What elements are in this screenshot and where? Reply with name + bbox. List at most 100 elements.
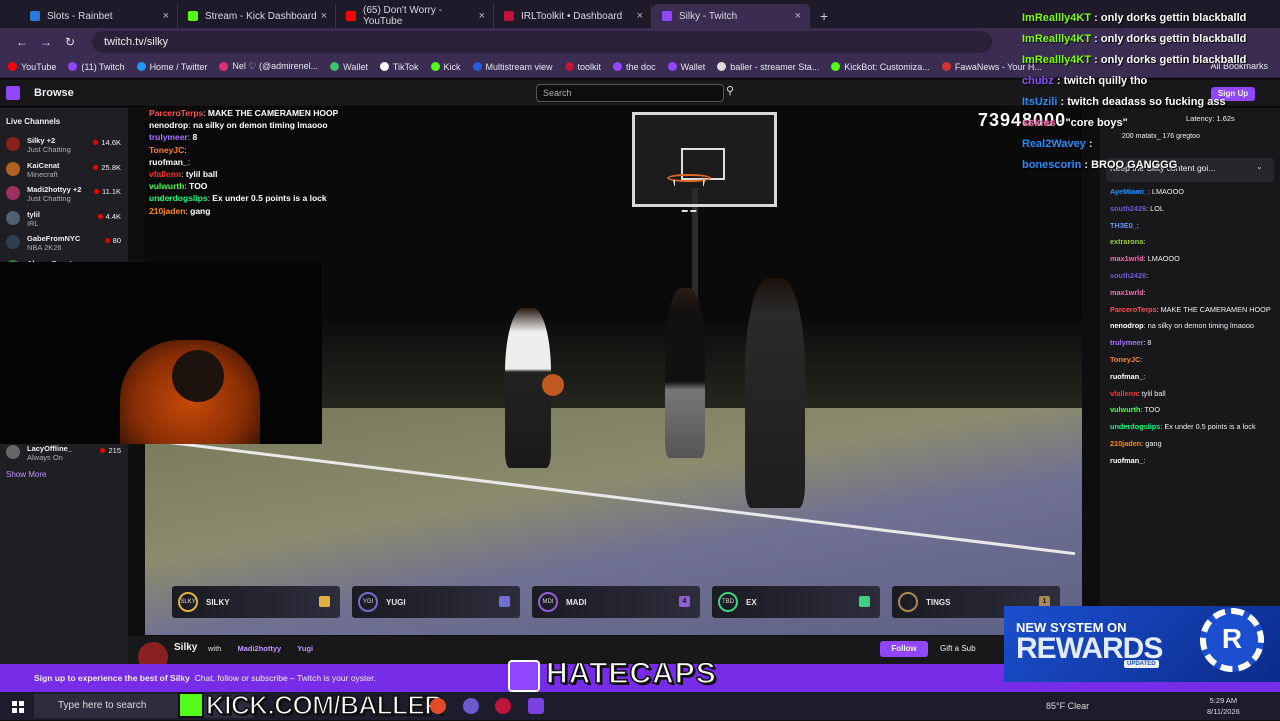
- discord-icon[interactable]: [463, 698, 479, 714]
- sidebar-channel[interactable]: tylil IRL 4.4K: [6, 208, 124, 232]
- collab-1[interactable]: Madi2hottyy: [237, 644, 281, 653]
- chat-message: TOO: [189, 181, 208, 192]
- hatecaps-overlay: HATECAPS: [545, 656, 717, 691]
- chat-username: underdogslips: [149, 193, 208, 204]
- browser-tab[interactable]: Slots - Rainbet ×: [20, 4, 178, 28]
- close-icon[interactable]: ×: [479, 10, 485, 22]
- bookmark-item[interactable]: Wallet: [667, 62, 705, 72]
- bookmark-item[interactable]: toolkit: [564, 62, 601, 72]
- app-grid-icon[interactable]: [528, 698, 544, 714]
- browser-tab[interactable]: IRLToolkit • Dashboard ×: [494, 4, 652, 28]
- collab-2[interactable]: Yugi: [297, 644, 313, 653]
- player-badge: TBD: [718, 592, 738, 612]
- obs-icon[interactable]: [495, 698, 511, 714]
- channel-game: Minecraft: [27, 169, 58, 179]
- chat-username[interactable]: trulymeer: [1110, 338, 1143, 347]
- bookmark-item[interactable]: (11) Twitch: [68, 62, 125, 72]
- back-icon[interactable]: ←: [10, 35, 34, 49]
- tab-label: Silky - Twitch: [679, 10, 738, 22]
- with-label: with: [208, 644, 222, 653]
- bookmark-label: Multistream view: [485, 61, 553, 72]
- search-input[interactable]: Search: [536, 84, 724, 102]
- chat-username: chubz: [1022, 75, 1054, 87]
- chat-username[interactable]: 210jaden: [1110, 439, 1141, 448]
- chat-username[interactable]: ToneyJC: [1110, 355, 1140, 364]
- chat-username[interactable]: ParceroTerps: [1110, 305, 1157, 314]
- clock[interactable]: 5:29 AM 8/11/2026: [1207, 695, 1240, 717]
- chat-message: 8: [192, 132, 198, 143]
- bookmark-item[interactable]: Kick: [430, 62, 461, 72]
- chat-username[interactable]: max1wrld: [1110, 254, 1144, 263]
- bookmark-item[interactable]: Nel ♡ (@admirenel...: [219, 61, 318, 72]
- chat-username[interactable]: TH3E0_: [1110, 221, 1137, 230]
- close-icon[interactable]: ×: [321, 10, 327, 22]
- streamer-name[interactable]: Silky: [174, 642, 197, 653]
- windows-start-icon[interactable]: [12, 700, 24, 713]
- chat-username: nenodrop: [149, 120, 189, 131]
- new-tab-icon[interactable]: +: [820, 8, 828, 24]
- player-card: TBD EX: [712, 586, 880, 618]
- chrome-icon[interactable]: [430, 698, 446, 714]
- bookmark-item[interactable]: KickBot: Customiza...: [831, 62, 930, 72]
- bookmark-item[interactable]: Wallet: [330, 62, 368, 72]
- chat-line: vulwurth: TOO: [1110, 405, 1161, 415]
- browser-tab[interactable]: Stream - Kick Dashboard ×: [178, 4, 336, 28]
- follow-button[interactable]: Follow: [880, 641, 928, 657]
- chat-line: trulymeer: 8: [1110, 338, 1152, 348]
- kick-logo-icon: [178, 692, 204, 718]
- chat-username[interactable]: ruofman_: [1110, 372, 1143, 381]
- player-name: TINGS: [926, 598, 951, 607]
- sidebar-channel[interactable]: Madi2hottyy +2 Just Chatting 11.1K: [6, 183, 124, 207]
- chat-username[interactable]: south2426: [1110, 271, 1146, 280]
- bookmark-label: the doc: [626, 61, 656, 72]
- bookmark-favicon-icon: [717, 62, 727, 71]
- chat-username[interactable]: AyeMiami_: [1110, 187, 1148, 196]
- player-name: SILKY: [206, 598, 230, 607]
- sidebar-channel[interactable]: GabeFromNYC NBA 2K26 80: [6, 232, 124, 256]
- chat-username[interactable]: underdogslips: [1110, 422, 1160, 431]
- player-name: YUGI: [386, 598, 406, 607]
- bookmark-item[interactable]: the doc: [613, 62, 656, 72]
- chat-username[interactable]: extrarona: [1110, 237, 1143, 246]
- chat-username[interactable]: ruofman_: [1110, 456, 1143, 465]
- chat-line: south2426: LOL: [1110, 203, 1164, 213]
- reload-icon[interactable]: ↻: [58, 35, 82, 49]
- chat-username[interactable]: max1wrld: [1110, 288, 1144, 297]
- player-card: YGI YUGI: [352, 586, 520, 618]
- signup-banner-text[interactable]: Sign up to experience the best of Silky …: [34, 673, 376, 683]
- gift-sub-button[interactable]: Gift a Sub: [940, 644, 976, 653]
- avatar: [6, 235, 20, 249]
- browse-link[interactable]: Browse: [34, 87, 74, 99]
- chat-username[interactable]: nenodrop: [1110, 321, 1144, 330]
- sidebar-channel[interactable]: Silky +2 Just Chatting 14.6K: [6, 134, 124, 158]
- bookmark-item[interactable]: Home / Twitter: [136, 62, 207, 72]
- weather-readout[interactable]: 85°F Clear: [1046, 701, 1089, 711]
- avatar: [6, 137, 20, 151]
- avatar: [6, 161, 20, 176]
- close-icon[interactable]: ×: [163, 10, 169, 22]
- bookmark-item[interactable]: baller - streamer Sta...: [717, 62, 819, 72]
- chat-username[interactable]: vulwurth: [1110, 405, 1140, 414]
- chat-line: ToneyJC:: [1110, 354, 1143, 364]
- forward-icon[interactable]: →: [34, 35, 58, 49]
- chat-message: only dorks gettin blackballd: [1100, 54, 1247, 66]
- browser-tab[interactable]: Silky - Twitch ×: [652, 4, 810, 28]
- search-icon[interactable]: ⚲: [726, 84, 744, 102]
- bookmark-item[interactable]: TikTok: [379, 62, 419, 72]
- bookmark-favicon-icon: [472, 62, 482, 71]
- show-more-link[interactable]: Show More: [6, 470, 46, 479]
- twitch-logo-icon[interactable]: [6, 86, 20, 100]
- chat-username[interactable]: vfallenn: [1110, 389, 1138, 398]
- bookmark-favicon-icon: [430, 62, 440, 71]
- url-field[interactable]: twitch.tv/silky: [92, 31, 992, 53]
- chat-username: trulymeer: [149, 132, 188, 143]
- sidebar-channel[interactable]: LacyOffline_ Always On 215: [6, 442, 124, 466]
- chevron-down-icon[interactable]: ⌄: [1256, 162, 1263, 171]
- chat-username[interactable]: south2426: [1110, 204, 1146, 213]
- sidebar-channel[interactable]: KaiCenat Minecraft 25.8K: [6, 159, 124, 183]
- close-icon[interactable]: ×: [795, 10, 801, 22]
- close-icon[interactable]: ×: [637, 10, 643, 22]
- bookmark-item[interactable]: YouTube: [8, 62, 56, 72]
- bookmark-item[interactable]: Multistream view: [472, 61, 553, 72]
- browser-tab[interactable]: (65) Don't Worry - YouTube ×: [336, 4, 494, 28]
